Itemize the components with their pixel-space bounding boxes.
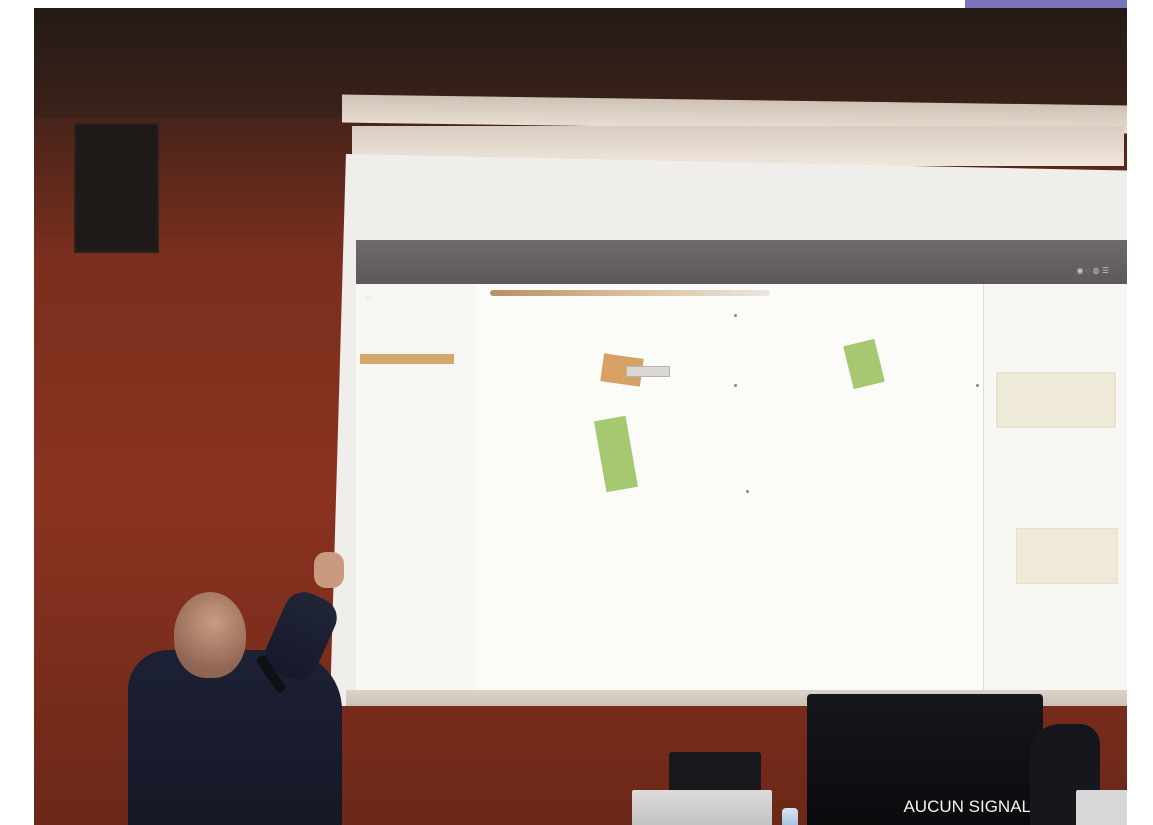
sidebar-active-item [360, 354, 454, 364]
progress-strip [490, 290, 770, 296]
green-card-left [593, 415, 639, 493]
browser-toolbar-icons: ◉ ◌ ◍ ☰ [1076, 266, 1109, 275]
no-signal-text: AUCUN SIGNAL [903, 797, 1031, 816]
presenter-head [174, 592, 246, 678]
presenter-hand [314, 552, 344, 588]
map-canvas [476, 284, 983, 690]
center-monitor: AUCUN SIGNAL [807, 694, 1043, 825]
silver-laptop [632, 790, 772, 825]
green-card-right [843, 338, 885, 390]
presenter-body [128, 650, 342, 825]
right-laptop [1076, 790, 1127, 825]
map-point [976, 384, 979, 387]
presentation-photo: ◉ ◌ ◍ ☰ ◌ AUCUN SIGNAL [34, 8, 1127, 825]
app-sidebar: ◌ [356, 284, 477, 690]
wall-speaker [74, 123, 159, 253]
water-bottle [782, 808, 798, 825]
browser-chrome: ◉ ◌ ◍ ☰ [356, 240, 1127, 284]
media-card [1016, 528, 1118, 584]
social-feed-panel [983, 284, 1127, 690]
map-point [734, 314, 737, 317]
app-logo: ◌ [366, 294, 371, 303]
map-point [746, 490, 749, 493]
map-point [734, 384, 737, 387]
projected-app: ◉ ◌ ◍ ☰ ◌ [356, 240, 1127, 690]
media-card [996, 372, 1116, 428]
card-tooltip [626, 366, 670, 377]
